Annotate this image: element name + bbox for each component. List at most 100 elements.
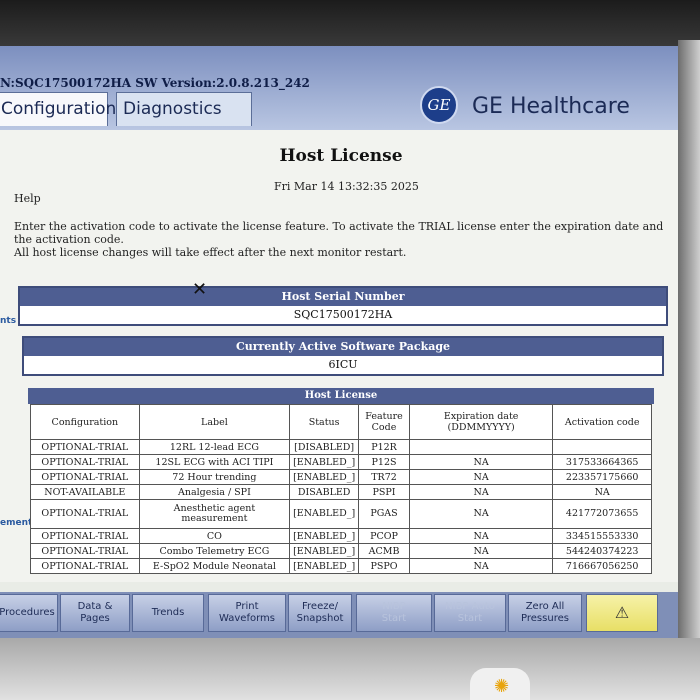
feature-code-cell: ACMB xyxy=(358,543,410,559)
software-package-value: 6ICU xyxy=(328,358,358,371)
side-menu-label[interactable]: ement xyxy=(0,518,32,528)
label-cell: Analgesia / SPI xyxy=(138,484,291,500)
feature-code-cell: PSPI xyxy=(358,484,410,500)
config-cell: OPTIONAL-TRIAL xyxy=(30,499,140,529)
top-bar: N:SQC17500172HA SW Version:2.0.8.213_242… xyxy=(0,46,682,130)
label-cell: Combo Telemetry ECG xyxy=(138,543,291,559)
expiration-cell[interactable] xyxy=(408,439,554,455)
expiration-cell[interactable]: NA xyxy=(408,469,554,485)
help-link[interactable]: Help xyxy=(14,192,41,205)
status-cell: DISABLED xyxy=(289,484,360,500)
date-time: Fri Mar 14 13:32:35 2025 xyxy=(274,180,419,193)
activation-code-cell[interactable]: 421772073655 xyxy=(552,499,652,529)
table-row[interactable]: OPTIONAL-TRIAL 12RL 12-lead ECG [DISABLE… xyxy=(30,439,652,455)
table-row[interactable]: OPTIONAL-TRIAL Anesthetic agent measurem… xyxy=(30,499,652,529)
expiration-cell[interactable]: NA xyxy=(408,454,554,470)
label-cell: 12RL 12-lead ECG xyxy=(138,439,291,455)
trends-button[interactable]: Trends xyxy=(132,594,204,632)
config-cell: OPTIONAL-TRIAL xyxy=(30,469,140,485)
label-cell: E-SpO2 Module Neonatal xyxy=(138,558,291,574)
data-pages-button[interactable]: Data & Pages xyxy=(60,594,130,632)
freeze-snapshot-button[interactable]: Freeze/ Snapshot xyxy=(288,594,352,632)
table-row[interactable]: OPTIONAL-TRIAL CO [ENABLED_] PCOP NA 334… xyxy=(30,528,652,544)
serial-number-heading: Host Serial Number xyxy=(20,288,666,306)
monitor-bezel-right xyxy=(678,40,700,700)
serial-number-panel: Host Serial Number SQC17500172HA xyxy=(18,286,668,326)
config-cell: OPTIONAL-TRIAL xyxy=(30,528,140,544)
status-cell: [ENABLED_] xyxy=(289,558,360,574)
side-menu-label[interactable]: nts xyxy=(0,316,16,326)
serial-number-value: SQC17500172HA xyxy=(293,308,393,321)
column-header: Feature Code xyxy=(358,404,410,440)
activation-code-cell[interactable]: 544240374223 xyxy=(552,543,652,559)
config-cell: NOT-AVAILABLE xyxy=(30,484,140,500)
activation-code-cell[interactable] xyxy=(552,439,652,455)
table-header-row: Configuration Label Status Feature Code … xyxy=(30,404,652,440)
monitor-bezel-top xyxy=(0,0,700,48)
activation-code-cell[interactable]: 716667056250 xyxy=(552,558,652,574)
activation-code-cell[interactable]: NA xyxy=(552,484,652,500)
softkey-bar: Procedures Data & Pages Trends Print Wav… xyxy=(0,592,682,638)
nibp-start-button[interactable]: NIBP Start xyxy=(356,594,432,632)
software-package-heading: Currently Active Software Package xyxy=(24,338,662,356)
column-header: Configuration xyxy=(30,404,140,440)
expiration-cell[interactable]: NA xyxy=(408,558,554,574)
host-license-heading: Host License xyxy=(28,388,654,404)
table-row[interactable]: OPTIONAL-TRIAL E-SpO2 Module Neonatal [E… xyxy=(30,558,652,574)
instruction-line: All host license changes will take effec… xyxy=(14,246,407,259)
tab-diagnostics[interactable]: Diagnostics xyxy=(116,92,252,126)
serial-and-version: N:SQC17500172HA SW Version:2.0.8.213_242 xyxy=(0,76,310,90)
config-cell: OPTIONAL-TRIAL xyxy=(30,454,140,470)
table-row[interactable]: OPTIONAL-TRIAL 72 Hour trending [ENABLED… xyxy=(30,469,652,485)
column-header: Status xyxy=(289,404,360,440)
host-license-table: Configuration Label Status Feature Code … xyxy=(30,404,652,574)
power-led-icon: ✺ xyxy=(494,676,510,697)
page-title: Host License xyxy=(279,146,403,166)
activation-code-cell[interactable]: 317533664365 xyxy=(552,454,652,470)
tab-configuration[interactable]: Configuration xyxy=(0,92,116,126)
procedures-button[interactable]: Procedures xyxy=(0,594,58,632)
expiration-cell[interactable]: NA xyxy=(408,499,554,529)
ge-logo-icon: GE xyxy=(420,86,458,124)
expiration-cell[interactable]: NA xyxy=(408,528,554,544)
expiration-cell[interactable]: NA xyxy=(408,484,554,500)
nibp-auto-start-button[interactable]: NIBP Auto Start xyxy=(434,594,506,632)
status-cell: [DISABLED] xyxy=(289,439,360,455)
feature-code-cell: PSPO xyxy=(358,558,410,574)
config-cell: OPTIONAL-TRIAL xyxy=(30,558,140,574)
instruction-line: Enter the activation code to activate th… xyxy=(14,220,664,246)
label-cell: 72 Hour trending xyxy=(138,469,291,485)
feature-code-cell: PCOP xyxy=(358,528,410,544)
status-cell: [ENABLED_] xyxy=(289,454,360,470)
label-cell: Anesthetic agent measurement xyxy=(138,499,291,529)
software-package-panel: Currently Active Software Package 6ICU xyxy=(22,336,664,376)
activation-code-cell[interactable]: 223357175660 xyxy=(552,469,652,485)
monitor-bezel-bottom xyxy=(0,638,700,700)
close-icon[interactable]: ✕ xyxy=(192,279,207,300)
config-cell: OPTIONAL-TRIAL xyxy=(30,439,140,455)
table-row[interactable]: OPTIONAL-TRIAL Combo Telemetry ECG [ENAB… xyxy=(30,543,652,559)
feature-code-cell: P12R xyxy=(358,439,410,455)
brand-name: GE Healthcare xyxy=(472,94,630,119)
zero-all-pressures-button[interactable]: Zero All Pressures xyxy=(508,594,582,632)
feature-code-cell: TR72 xyxy=(358,469,410,485)
table-row[interactable]: OPTIONAL-TRIAL 12SL ECG with ACI TIPI [E… xyxy=(30,454,652,470)
table-row[interactable]: NOT-AVAILABLE Analgesia / SPI DISABLED P… xyxy=(30,484,652,500)
column-header: Label xyxy=(138,404,291,440)
column-header: Activation code xyxy=(552,404,652,440)
feature-code-cell: PGAS xyxy=(358,499,410,529)
status-cell: [ENABLED_] xyxy=(289,499,360,529)
expiration-cell[interactable]: NA xyxy=(408,543,554,559)
column-header: Expiration date (DDMMYYYY) xyxy=(408,404,554,440)
print-waveforms-button[interactable]: Print Waveforms xyxy=(208,594,286,632)
feature-code-cell: P12S xyxy=(358,454,410,470)
config-cell: OPTIONAL-TRIAL xyxy=(30,543,140,559)
instructions: Enter the activation code to activate th… xyxy=(14,220,674,259)
activation-code-cell[interactable]: 334515553330 xyxy=(552,528,652,544)
status-cell: [ENABLED_] xyxy=(289,528,360,544)
monitor-screen: N:SQC17500172HA SW Version:2.0.8.213_242… xyxy=(0,46,682,638)
status-cell: [ENABLED_] xyxy=(289,469,360,485)
alarm-bell-icon[interactable]: ⚠ xyxy=(586,594,658,632)
status-cell: [ENABLED_] xyxy=(289,543,360,559)
label-cell: 12SL ECG with ACI TIPI xyxy=(138,454,291,470)
